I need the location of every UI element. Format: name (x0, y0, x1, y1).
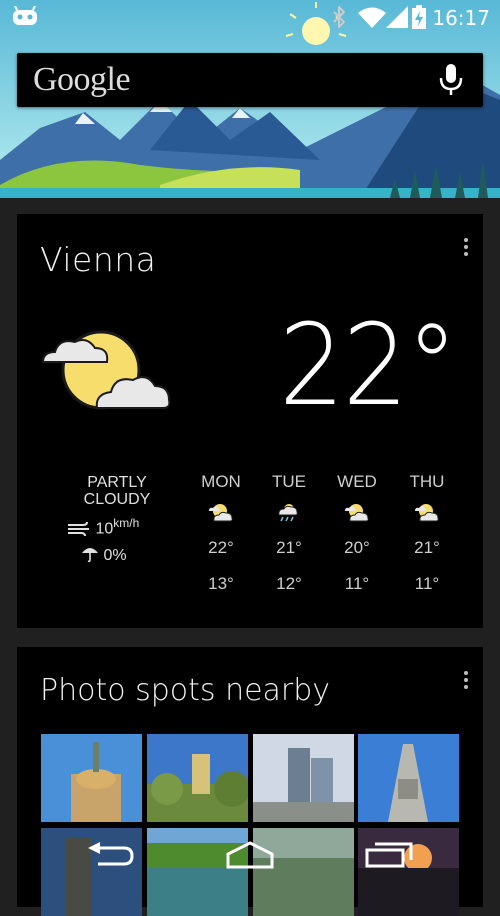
photo-spots-title: Photo spots nearby (40, 673, 331, 708)
status-bar: 16:17 (0, 0, 500, 36)
navigation-bar (0, 822, 500, 889)
back-icon[interactable] (86, 842, 136, 875)
wind-info: 10km/h (67, 516, 139, 538)
forecast-high: 22° (208, 538, 234, 557)
photo-thumbnail[interactable] (358, 734, 459, 822)
signal-icon (386, 6, 408, 33)
weather-menu-icon[interactable] (463, 238, 469, 259)
partly-cloudy-icon (191, 502, 251, 538)
current-temperature: 22° (279, 301, 458, 431)
wind-unit: km/h (113, 516, 140, 530)
forecast-low: 11° (344, 574, 370, 593)
wifi-icon (358, 6, 386, 33)
umbrella-icon (81, 547, 103, 564)
forecast-day: TUE 21° 12° (259, 472, 319, 594)
photos-menu-icon[interactable] (463, 671, 469, 692)
home-icon[interactable] (224, 840, 276, 875)
rain-info: 0% (81, 545, 127, 565)
forecast-day-name: MON (201, 472, 241, 491)
forecast-day: THU 21° 11° (397, 472, 457, 594)
status-time: 16:17 (432, 6, 490, 30)
google-search-bar[interactable]: Google (17, 53, 483, 107)
condition-line-2: CLOUDY (83, 491, 151, 508)
forecast-high: 20° (344, 538, 370, 557)
forecast-low: 13° (208, 574, 234, 593)
partly-cloudy-icon (397, 502, 457, 538)
forecast-low: 12° (276, 574, 302, 593)
photo-thumbnail[interactable] (147, 734, 248, 822)
bluetooth-icon (333, 4, 346, 33)
partly-cloudy-large-icon (41, 326, 171, 423)
partly-cloudy-icon (327, 502, 387, 538)
photo-thumbnail[interactable] (41, 734, 142, 822)
weather-card[interactable]: Vienna 22° PARTLY CLOUDY 10km/h 0% MON 2… (17, 214, 483, 628)
mic-icon[interactable] (439, 64, 463, 101)
wind-speed: 10 (95, 520, 114, 538)
battery-icon (412, 5, 426, 34)
google-logo[interactable]: Google (33, 61, 131, 99)
recent-apps-icon[interactable] (364, 840, 414, 875)
forecast-day-name: WED (337, 472, 377, 491)
forecast-day: MON 22° 13° (191, 472, 251, 594)
weather-city: Vienna (40, 240, 157, 279)
condition-line-1: PARTLY (87, 474, 147, 491)
condition-text: PARTLY CLOUDY (57, 474, 177, 508)
wind-icon (67, 520, 95, 537)
rain-chance: 0% (103, 547, 127, 564)
cloud-rain-icon (259, 502, 319, 538)
photo-thumbnail[interactable] (253, 734, 354, 822)
forecast-day-name: THU (409, 472, 445, 491)
forecast-day: WED 20° 11° (327, 472, 387, 594)
cyanogen-icon (12, 5, 38, 31)
forecast-low: 11° (414, 574, 440, 593)
forecast-high: 21° (276, 538, 302, 557)
forecast-high: 21° (414, 538, 440, 557)
forecast-day-name: TUE (272, 472, 306, 491)
